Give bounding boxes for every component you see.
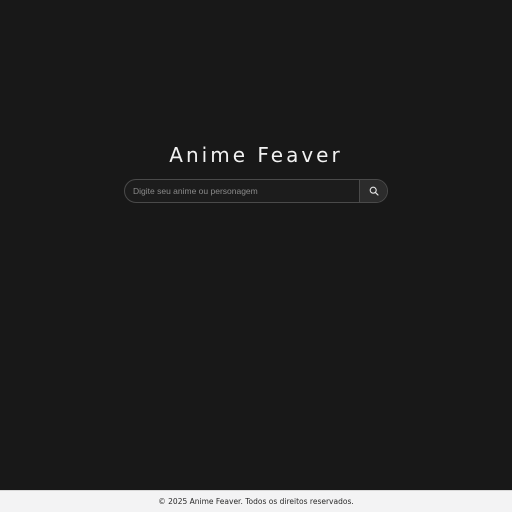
search-button[interactable]: [359, 180, 387, 202]
search-input[interactable]: [125, 180, 359, 202]
copyright-text: © 2025 Anime Feaver. Todos os direitos r…: [158, 497, 354, 506]
footer: © 2025 Anime Feaver. Todos os direitos r…: [0, 490, 512, 512]
search-icon: [369, 186, 379, 196]
main-content: Anime Feaver: [0, 0, 512, 490]
search-bar: [124, 179, 388, 203]
site-title: Anime Feaver: [169, 143, 343, 167]
